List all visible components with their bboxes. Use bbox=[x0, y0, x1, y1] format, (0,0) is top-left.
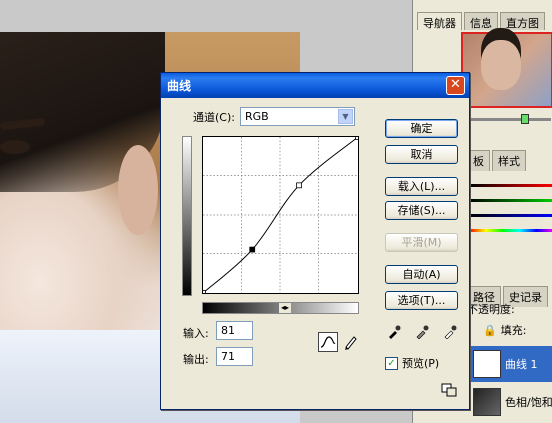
pencil-icon bbox=[345, 336, 357, 350]
curves-dialog: 曲线 ✕ 通道(C): RGB ▼ ◂▸ 输入: 81 输出: 71 确定 取消… bbox=[160, 72, 470, 410]
navigator-tabs: 导航器 信息 直方图 bbox=[417, 12, 545, 30]
layer-name: 曲线 1 bbox=[505, 358, 538, 371]
photo-ear bbox=[118, 145, 158, 235]
output-gradient-bar bbox=[182, 136, 192, 296]
gray-point-eyedropper-icon[interactable] bbox=[415, 325, 429, 339]
styles-tabs: 板 样式 bbox=[467, 150, 526, 171]
ok-button[interactable]: 确定 bbox=[385, 119, 458, 138]
tab-styles[interactable]: 样式 bbox=[492, 150, 526, 171]
close-button[interactable]: ✕ bbox=[446, 76, 465, 95]
navigator-thumbnail[interactable] bbox=[461, 32, 552, 108]
eyedropper-group bbox=[387, 325, 457, 339]
color-ramp[interactable] bbox=[469, 229, 552, 232]
opacity-row: 不透明度: bbox=[467, 300, 552, 318]
fill-label: 填充: bbox=[500, 324, 527, 337]
green-slider[interactable] bbox=[469, 199, 552, 202]
channel-value: RGB bbox=[245, 110, 269, 123]
layer-name: 色相/饱和 bbox=[505, 396, 552, 409]
output-label: 输出: bbox=[183, 353, 209, 366]
layer-row[interactable]: 色相/饱和 bbox=[469, 384, 552, 420]
input-label: 输入: bbox=[183, 327, 209, 340]
zoom-slider-knob[interactable] bbox=[521, 114, 529, 124]
input-gradient-bar[interactable]: ◂▸ bbox=[202, 302, 359, 314]
curve-control-point[interactable] bbox=[355, 136, 359, 140]
cancel-button[interactable]: 取消 bbox=[385, 145, 458, 164]
preview-checkbox[interactable]: ✓ bbox=[385, 356, 398, 370]
expand-dialog-icon[interactable] bbox=[441, 383, 457, 397]
save-button[interactable]: 存储(S)... bbox=[385, 201, 458, 220]
channel-select[interactable]: RGB ▼ bbox=[240, 107, 355, 126]
zoom-slider-track[interactable] bbox=[463, 118, 551, 121]
color-sliders[interactable] bbox=[469, 172, 552, 262]
curve-control-point[interactable] bbox=[249, 246, 256, 253]
layer-mask-thumbnail bbox=[473, 350, 501, 378]
channel-label: 通道(C): bbox=[193, 111, 235, 124]
dialog-title: 曲线 bbox=[167, 79, 192, 93]
blue-slider[interactable] bbox=[469, 214, 552, 217]
auto-button[interactable]: 自动(A) bbox=[385, 265, 458, 284]
dialog-titlebar[interactable]: 曲线 ✕ bbox=[161, 73, 469, 98]
red-slider[interactable] bbox=[469, 184, 552, 187]
layer-thumbnail bbox=[473, 388, 501, 416]
tab-histogram[interactable]: 直方图 bbox=[500, 12, 545, 30]
opacity-label: 不透明度: bbox=[467, 303, 515, 316]
pencil-tool-button[interactable] bbox=[342, 333, 360, 351]
curve-graph[interactable] bbox=[202, 136, 359, 294]
tab-info[interactable]: 信息 bbox=[464, 12, 498, 30]
photo-eye bbox=[0, 140, 30, 154]
curve-tool-icon bbox=[320, 336, 336, 348]
gradient-toggle-icon[interactable]: ◂▸ bbox=[279, 303, 291, 313]
black-point-eyedropper-icon[interactable] bbox=[387, 325, 401, 339]
input-field[interactable]: 81 bbox=[216, 321, 253, 340]
fill-row: 🔒 填充: bbox=[483, 322, 526, 338]
options-button[interactable]: 选项(T)... bbox=[385, 291, 458, 310]
preview-label: 预览(P) bbox=[402, 357, 440, 370]
curve-tool-button[interactable] bbox=[318, 332, 338, 352]
preview-checkbox-row[interactable]: ✓ 预览(P) bbox=[385, 355, 439, 371]
tab-navigator[interactable]: 导航器 bbox=[417, 12, 462, 30]
load-button[interactable]: 载入(L)... bbox=[385, 177, 458, 196]
white-point-eyedropper-icon[interactable] bbox=[443, 325, 457, 339]
graph-grid bbox=[203, 137, 358, 293]
output-field[interactable]: 71 bbox=[216, 347, 253, 366]
smooth-button: 平滑(M) bbox=[385, 233, 458, 252]
close-icon: ✕ bbox=[450, 77, 461, 92]
chevron-down-icon[interactable]: ▼ bbox=[338, 109, 353, 124]
curve-control-point[interactable] bbox=[202, 290, 206, 294]
layer-row[interactable]: 曲线 1 bbox=[469, 346, 552, 382]
input-value: 81 bbox=[221, 324, 235, 337]
tab-swatches[interactable]: 板 bbox=[467, 150, 490, 171]
curve-control-point[interactable] bbox=[296, 182, 302, 189]
lock-icon[interactable]: 🔒 bbox=[483, 324, 497, 337]
output-value: 71 bbox=[221, 350, 235, 363]
